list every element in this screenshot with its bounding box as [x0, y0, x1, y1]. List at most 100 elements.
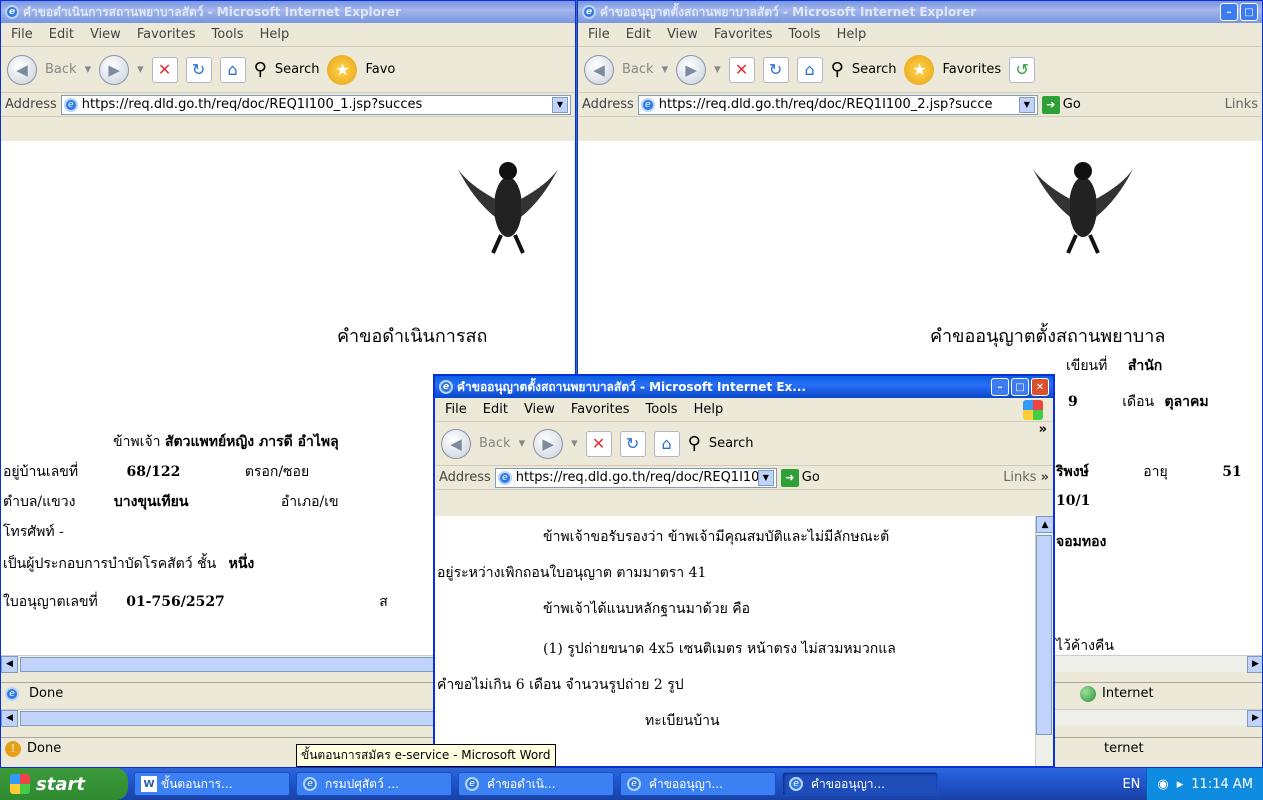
menu-edit[interactable]: Edit — [626, 27, 651, 42]
scroll-thumb[interactable] — [1036, 535, 1052, 735]
back-button[interactable]: Back — [622, 62, 654, 77]
address-dropdown-icon[interactable]: ▼ — [1018, 96, 1035, 113]
menu-favorites[interactable]: Favorites — [714, 27, 773, 42]
network-icon[interactable]: ◉ — [1157, 777, 1168, 792]
forward-arrow-icon[interactable]: ▶ — [99, 54, 130, 85]
address-url: https://req.dld.go.th/req/doc/REQ1I100 — [515, 470, 758, 485]
taskbar-item-ie-1[interactable]: e กรมปศุสัตว์ ... — [296, 772, 452, 796]
favorites-button[interactable]: Favorites — [942, 62, 1001, 77]
scroll-left-icon[interactable]: ◀ — [1, 709, 18, 727]
back-arrow-icon[interactable]: ◀ — [584, 54, 614, 85]
taskbar-item-ie-4[interactable]: e คำขออนุญา... — [782, 772, 938, 796]
stop-icon[interactable]: ✕ — [585, 430, 612, 457]
menu-tools[interactable]: Tools — [212, 27, 244, 42]
scroll-up-icon[interactable]: ▲ — [1036, 516, 1053, 533]
chevron-down-icon[interactable]: ▾ — [85, 62, 92, 77]
go-button[interactable]: ➜ Go — [1041, 95, 1081, 114]
vertical-scrollbar[interactable]: ▲ — [1035, 516, 1053, 766]
toolbar: ◀ Back ▾ ▶ ▾ ✕ ↻ ⌂ ⚲ Search ★ Favorites … — [578, 47, 1262, 93]
address-input[interactable]: e https://req.dld.go.th/req/doc/REQ1I100… — [60, 94, 571, 115]
magnifier-icon[interactable]: ⚲ — [831, 59, 844, 80]
toolbar: ◀ Back ▾ ▶ ▾ ✕ ↻ ⌂ ⚲ Search » — [435, 422, 1053, 466]
chevron-down-icon[interactable]: ▾ — [519, 436, 526, 451]
search-button[interactable]: Search — [275, 62, 320, 77]
home-icon[interactable]: ⌂ — [219, 56, 246, 83]
menu-edit[interactable]: Edit — [483, 402, 508, 417]
house-registration-item: ทะเบียนบ้าน — [645, 713, 720, 729]
links-label[interactable]: Links — [1003, 470, 1036, 485]
back-arrow-icon[interactable]: ◀ — [441, 428, 471, 459]
minimize-icon[interactable]: – — [1220, 3, 1238, 21]
chevron-down-icon[interactable]: ▾ — [714, 62, 721, 77]
magnifier-icon[interactable]: ⚲ — [688, 433, 701, 454]
address-input[interactable]: e https://req.dld.go.th/req/doc/REQ1I100… — [494, 467, 777, 488]
maximize-icon[interactable]: □ — [1011, 378, 1029, 396]
forward-arrow-icon[interactable]: ▶ — [533, 428, 564, 459]
ie-logo-icon: e — [627, 777, 641, 791]
scroll-thumb[interactable] — [20, 656, 440, 672]
clock[interactable]: 11:14 AM — [1191, 777, 1253, 792]
menu-file[interactable]: File — [11, 27, 33, 42]
back-button[interactable]: Back — [479, 436, 511, 451]
start-button[interactable]: start — [0, 768, 128, 800]
menu-help[interactable]: Help — [837, 27, 867, 42]
scroll-right-icon[interactable]: ▶ — [1247, 655, 1262, 673]
menu-file[interactable]: File — [588, 27, 610, 42]
address-dropdown-icon[interactable]: ▼ — [552, 96, 568, 113]
scroll-left-icon[interactable]: ◀ — [1, 655, 18, 673]
menu-file[interactable]: File — [445, 402, 467, 417]
back-button[interactable]: Back — [45, 62, 77, 77]
taskbar-item-ie-3[interactable]: e คำขออนุญา... — [620, 772, 776, 796]
toolbar-overflow-icon[interactable]: » — [1039, 422, 1047, 437]
go-button[interactable]: ➜ Go — [780, 468, 820, 487]
menu-help[interactable]: Help — [260, 27, 290, 42]
address-dropdown-icon[interactable]: ▼ — [757, 469, 774, 486]
favorites-button[interactable]: Favo — [365, 62, 395, 77]
evidence-paragraph: ข้าพเจ้าได้แนบหลักฐานมาด้วย คือ — [543, 601, 751, 617]
home-icon[interactable]: ⌂ — [796, 56, 823, 83]
refresh-icon[interactable]: ↻ — [762, 56, 789, 83]
menu-edit[interactable]: Edit — [49, 27, 74, 42]
stop-icon[interactable]: ✕ — [151, 56, 178, 83]
close-icon[interactable]: ✕ — [1031, 378, 1049, 396]
favorites-star-icon[interactable]: ★ — [327, 54, 358, 85]
refresh-icon[interactable]: ↻ — [185, 56, 212, 83]
favorites-star-icon[interactable]: ★ — [904, 54, 935, 85]
refresh-icon[interactable]: ↻ — [619, 430, 646, 457]
menu-favorites[interactable]: Favorites — [571, 402, 630, 417]
magnifier-icon[interactable]: ⚲ — [254, 59, 267, 80]
menu-favorites[interactable]: Favorites — [137, 27, 196, 42]
maximize-icon[interactable]: □ — [1240, 3, 1258, 21]
menu-tools[interactable]: Tools — [789, 27, 821, 42]
date-line: 9 เดือน ตุลาคม — [1068, 394, 1209, 410]
forward-arrow-icon[interactable]: ▶ — [676, 54, 707, 85]
chevron-down-icon[interactable]: ▾ — [571, 436, 578, 451]
back-arrow-icon[interactable]: ◀ — [7, 54, 37, 85]
taskbar-item-ie-2[interactable]: e คำขอดำเนิ... — [458, 772, 614, 796]
stop-icon[interactable]: ✕ — [728, 56, 755, 83]
chevron-down-icon[interactable]: ▾ — [137, 62, 144, 77]
menu-help[interactable]: Help — [694, 402, 724, 417]
language-indicator[interactable]: EN — [1116, 777, 1146, 792]
menu-view[interactable]: View — [90, 27, 121, 42]
links-overflow-icon[interactable]: » — [1041, 470, 1049, 485]
menu-view[interactable]: View — [667, 27, 698, 42]
taskbar-item-word[interactable]: W ขั้นตอนการ... — [134, 772, 290, 796]
menu-view[interactable]: View — [524, 402, 555, 417]
address-input[interactable]: e https://req.dld.go.th/req/doc/REQ1I100… — [637, 94, 1038, 115]
photo-requirement: (1) รูปถ่ายขนาด 4x5 เซนติเมตร หน้าตรง ไม… — [543, 641, 896, 657]
search-button[interactable]: Search — [852, 62, 897, 77]
history-icon[interactable]: ↺ — [1009, 56, 1036, 83]
scroll-right-icon[interactable]: ▶ — [1247, 709, 1262, 727]
chevron-down-icon[interactable]: ▾ — [662, 62, 669, 77]
links-label[interactable]: Links — [1225, 97, 1258, 112]
minimize-icon[interactable]: – — [991, 378, 1009, 396]
title-bar[interactable]: e คำขออนุญาตตั้งสถานพยาบาลสัตว์ - Micros… — [435, 376, 1053, 398]
search-button[interactable]: Search — [709, 436, 754, 451]
home-icon[interactable]: ⌂ — [653, 430, 680, 457]
menu-tools[interactable]: Tools — [646, 402, 678, 417]
title-bar[interactable]: e คำขออนุญาตตั้งสถานพยาบาลสัตว์ - Micros… — [578, 1, 1262, 23]
browser-window-popup[interactable]: e คำขออนุญาตตั้งสถานพยาบาลสัตว์ - Micros… — [433, 374, 1055, 768]
speaker-icon[interactable]: ▸ — [1177, 777, 1184, 792]
title-bar[interactable]: e คำขอดำเนินการสถานพยาบาลสัตว์ - Microso… — [1, 1, 575, 23]
